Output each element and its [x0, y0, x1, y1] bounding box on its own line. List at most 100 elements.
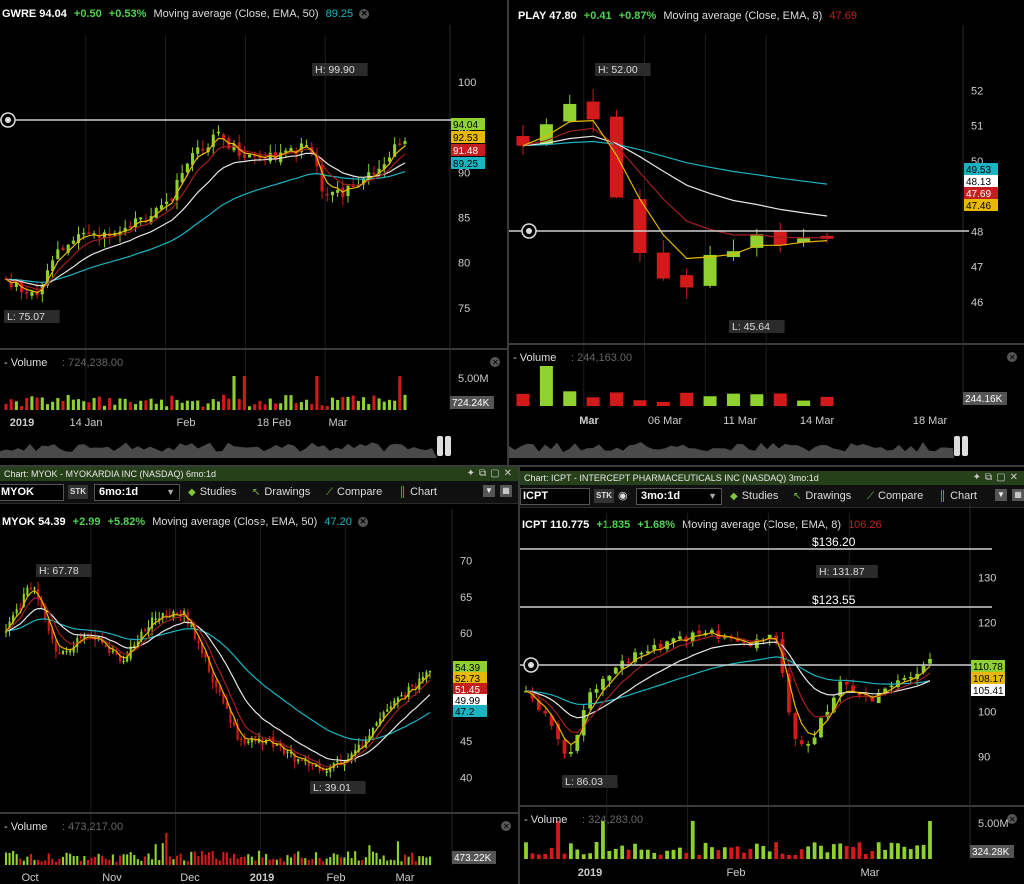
volume-bar — [767, 851, 772, 859]
chart-pane-myok[interactable]: Chart: MYOK - MYOKARDIA INC (NASDAQ) 6mo… — [0, 467, 518, 884]
volume-bar — [282, 861, 285, 865]
candle-body — [543, 711, 548, 714]
volume-bar — [29, 853, 33, 865]
volume-bar — [122, 854, 125, 865]
volume-bar — [656, 401, 670, 406]
volume-bar — [710, 847, 714, 859]
volume-bar — [601, 821, 605, 859]
volume-bar — [115, 861, 118, 865]
volume-bar — [247, 854, 250, 865]
volume-bar — [40, 861, 43, 865]
volume-bar — [79, 860, 82, 865]
price-tick-label: 80 — [458, 258, 470, 270]
volume-bar — [20, 406, 24, 410]
volume-bar — [61, 856, 65, 865]
volume-bar — [330, 397, 334, 410]
volume-bar — [315, 376, 319, 410]
volume-bar — [896, 843, 900, 859]
volume-bar — [113, 404, 117, 410]
price-tick-label: 60 — [460, 628, 472, 640]
candle-body — [165, 614, 168, 617]
volume-bar — [928, 821, 932, 859]
volume-bar — [97, 853, 100, 865]
chart-canvas[interactable]: 70656055504540H: 67.78L: 39.0154.3952.73… — [0, 467, 518, 884]
low-label: L: 39.01 — [313, 782, 351, 794]
volume-bar — [37, 860, 40, 865]
volume-bar — [742, 852, 746, 859]
volume-bar — [356, 400, 360, 410]
volume-bar — [159, 399, 163, 410]
volume-bar — [633, 400, 647, 406]
volume-bar — [329, 857, 332, 865]
volume-bar — [248, 406, 252, 410]
price-tick-label: 45 — [460, 736, 472, 748]
volume-bar — [232, 376, 236, 410]
volume-bar — [134, 404, 138, 410]
candle-body — [336, 760, 339, 763]
volume-bar — [242, 376, 246, 410]
candle-body — [586, 101, 600, 120]
volume-bar — [154, 844, 157, 865]
ema-line-white — [522, 135, 828, 217]
chart-canvas[interactable]: 1009590858075H: 99.90L: 75.0794.0492.539… — [0, 0, 507, 465]
candle-body — [703, 254, 717, 286]
volume-bar — [362, 397, 366, 410]
x-axis-tick-label: 18 Feb — [257, 417, 291, 429]
chart-pane-play[interactable]: PLAY 47.80 +0.41 +0.87% Moving average (… — [508, 0, 1024, 466]
candle-body — [386, 709, 389, 712]
pane-divider-horizontal[interactable] — [0, 465, 1024, 467]
pane-divider-vertical[interactable] — [518, 465, 520, 884]
price-tick-label: 100 — [458, 77, 476, 89]
candle-body — [54, 641, 57, 652]
volume-bar — [325, 858, 328, 865]
volume-bar — [300, 857, 303, 865]
volume-bar — [361, 860, 364, 865]
volume-bar — [111, 854, 114, 865]
candle-body — [375, 722, 378, 726]
price-tag-label: 49.53 — [966, 165, 991, 176]
volume-bar — [101, 855, 104, 865]
volume-bar — [161, 843, 164, 865]
volume-bar — [236, 858, 239, 865]
x-axis-tick-label: 06 Mar — [648, 415, 683, 427]
candle-body — [240, 738, 243, 741]
volume-bar — [372, 395, 376, 410]
volume-bar — [4, 852, 8, 865]
volume-bar — [175, 855, 179, 865]
pane-divider-vertical[interactable] — [507, 0, 509, 465]
volume-bar — [19, 858, 22, 865]
price-tick-label: 75 — [458, 303, 470, 315]
volume-bar — [863, 854, 868, 859]
volume-bar — [377, 398, 381, 410]
volume-bar — [325, 406, 329, 410]
volume-bar — [610, 392, 624, 406]
chart-canvas[interactable]: 52515049484746H: 52.00L: 45.6449.5348.13… — [509, 0, 1024, 465]
volume-bar — [190, 851, 193, 865]
volume-bar — [716, 850, 721, 859]
volume-bar — [516, 393, 530, 406]
price-tick-label: 40 — [460, 772, 472, 784]
volume-bar — [371, 851, 375, 865]
high-label: H: 99.90 — [315, 64, 355, 76]
candle-body — [639, 652, 644, 655]
volume-bar — [108, 397, 112, 410]
x-axis-tick-label: Feb — [727, 867, 746, 879]
navigator-handle — [437, 436, 443, 456]
candle-body — [25, 292, 29, 294]
volume-bar — [549, 847, 554, 859]
candle-body — [398, 143, 402, 145]
chart-pane-icpt[interactable]: Chart: ICPT - INTERCEPT PHARMACEUTICALS … — [520, 471, 1024, 884]
volume-bar — [761, 845, 766, 859]
chart-pane-gwre[interactable]: GWRE 94.04 +0.50 +0.53% Moving average (… — [0, 0, 507, 465]
price-tick-label: 130 — [978, 573, 996, 585]
volume-bar — [25, 397, 29, 410]
volume-bar — [726, 393, 740, 406]
chart-canvas[interactable]: 13012011010090$136.20$123.55H: 131.87L: … — [520, 471, 1024, 884]
volume-bar — [831, 844, 836, 859]
volume-bar — [354, 851, 357, 865]
candle-body — [902, 678, 907, 680]
high-label: H: 67.78 — [39, 565, 79, 577]
candle-body — [33, 587, 36, 590]
volume-bar — [191, 401, 195, 410]
price-tag-label: 105.41 — [973, 686, 1004, 697]
